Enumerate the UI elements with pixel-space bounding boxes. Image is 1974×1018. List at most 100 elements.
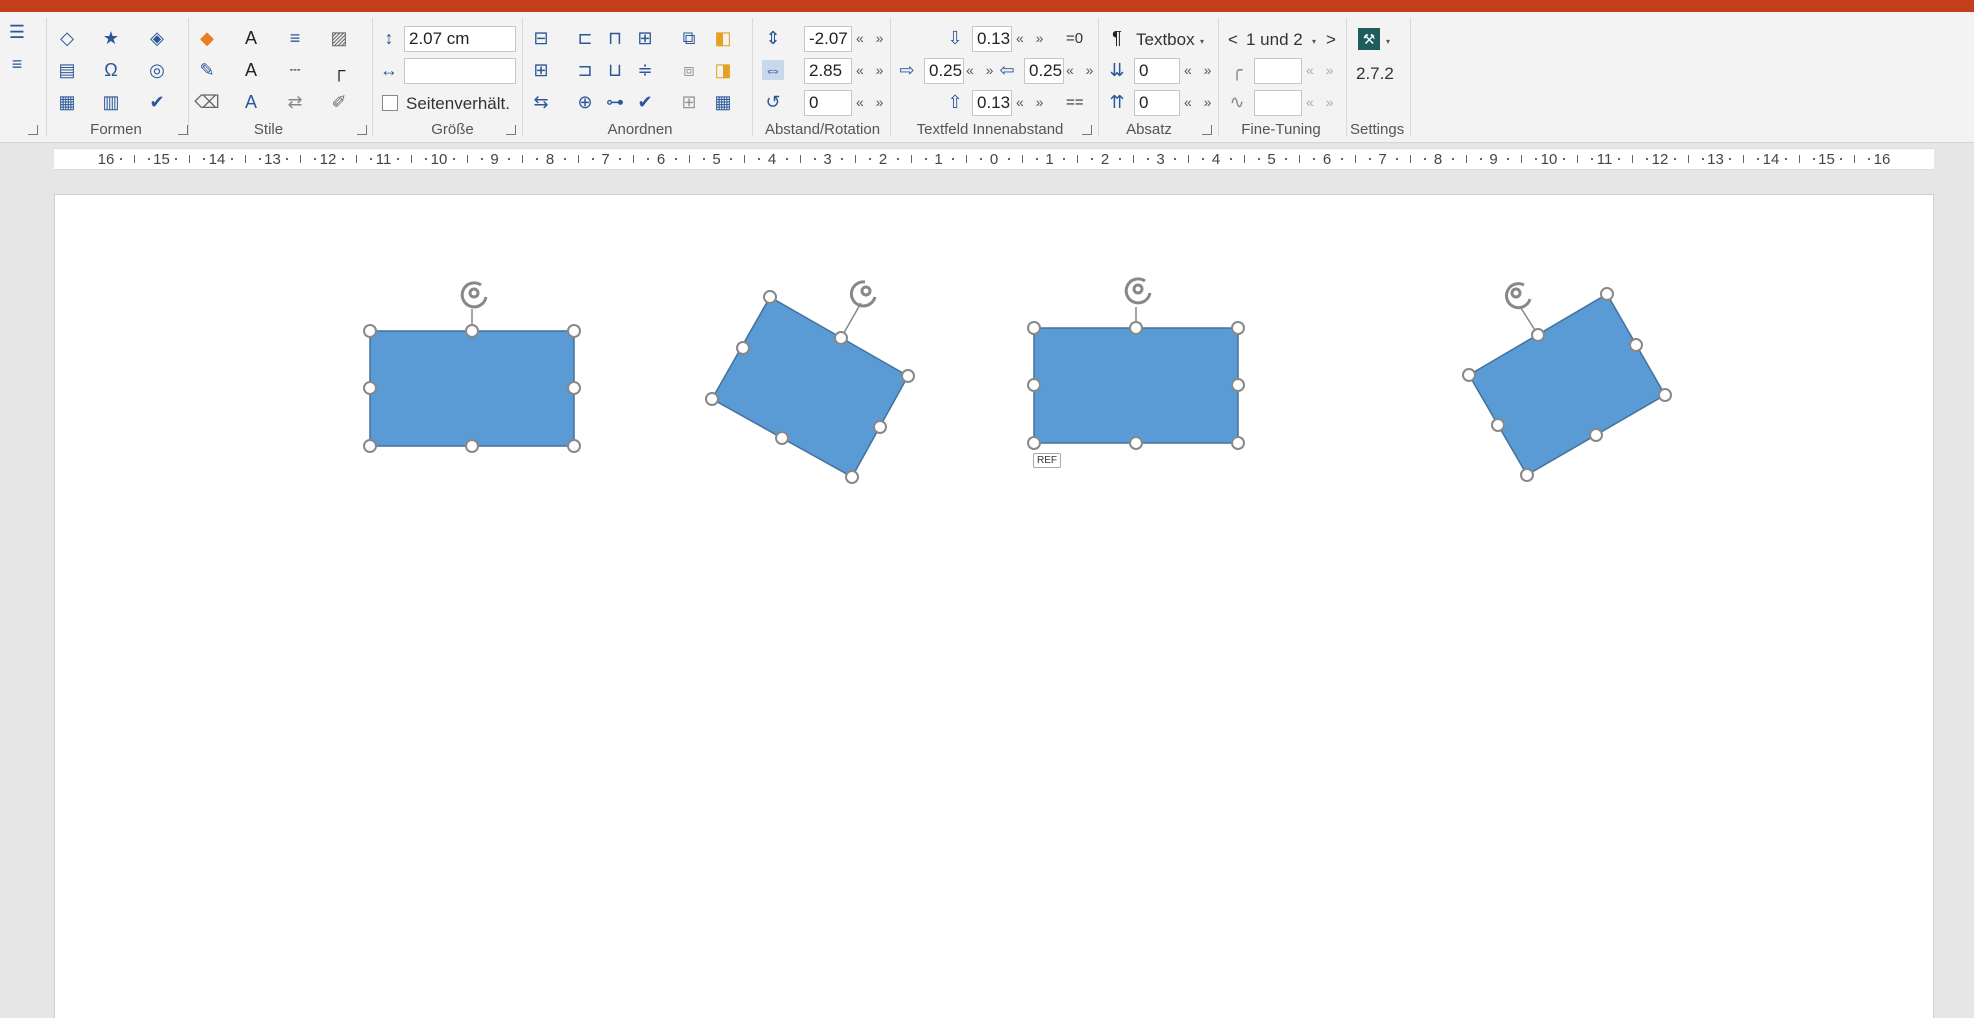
finetuning-stepper-1[interactable]: « » bbox=[1306, 62, 1337, 78]
table-layout-icon[interactable]: ▦ bbox=[712, 92, 734, 112]
distribute-v-icon[interactable]: ≑ bbox=[634, 60, 656, 80]
padding-right-input[interactable]: 0.25 bbox=[1024, 58, 1064, 84]
aspect-ratio-checkbox[interactable] bbox=[382, 95, 398, 111]
padding-top-input[interactable]: 0.13 bbox=[972, 26, 1012, 52]
ruler-tick bbox=[397, 158, 400, 160]
chevron-down-icon[interactable]: ▾ bbox=[1312, 38, 1320, 46]
star-shape-icon[interactable]: ★ bbox=[100, 28, 122, 48]
textfeld-launcher[interactable] bbox=[1082, 125, 1092, 135]
padding-right-stepper[interactable]: « » bbox=[1066, 62, 1097, 78]
horizontal-spacing-icon[interactable]: ⇔ bbox=[762, 60, 784, 80]
check-icon[interactable]: ✔ bbox=[146, 92, 168, 112]
shape-rectangle-ref[interactable] bbox=[1027, 277, 1245, 450]
chevron-down-icon[interactable]: ▾ bbox=[1200, 38, 1208, 46]
grid-icon[interactable]: ⊞ bbox=[678, 92, 700, 112]
font-color-icon[interactable]: A bbox=[240, 28, 262, 48]
ruler-tick bbox=[1743, 155, 1745, 163]
ruler-label: 9 bbox=[1489, 151, 1498, 168]
vertical-spacing-stepper[interactable]: « » bbox=[856, 30, 887, 46]
padding-top-stepper[interactable]: « » bbox=[1016, 30, 1047, 46]
height-input[interactable]: 2.07 cm bbox=[404, 26, 516, 52]
padding-bottom-input[interactable]: 0.13 bbox=[972, 90, 1012, 116]
textbox-dropdown[interactable]: Textbox bbox=[1136, 30, 1195, 50]
slide[interactable]: REF bbox=[54, 194, 1934, 1018]
space-before-stepper[interactable]: « » bbox=[1184, 62, 1215, 78]
space-after-stepper[interactable]: « » bbox=[1184, 94, 1215, 110]
separator bbox=[1098, 18, 1099, 136]
padding-bottom-stepper[interactable]: « » bbox=[1016, 94, 1047, 110]
space-before-input[interactable]: 0 bbox=[1134, 58, 1180, 84]
curve-icon: ╭ bbox=[1231, 59, 1243, 80]
text-effects-icon[interactable]: A bbox=[240, 92, 262, 112]
group-launcher[interactable] bbox=[28, 125, 38, 135]
horizontal-spacing-stepper[interactable]: « » bbox=[856, 62, 887, 78]
merge-shapes-icon[interactable]: ◎ bbox=[146, 60, 168, 80]
center-icon[interactable]: ⊕ bbox=[574, 92, 596, 112]
finetuning-stepper-2[interactable]: « » bbox=[1306, 94, 1337, 110]
chart-icon[interactable]: ▥ bbox=[100, 92, 122, 112]
pen-icon[interactable]: ✐ bbox=[328, 92, 350, 112]
groesse-launcher[interactable] bbox=[506, 125, 516, 135]
align-left-icon[interactable]: ⊏ bbox=[574, 28, 596, 48]
rotation-stepper[interactable]: « » bbox=[856, 94, 887, 110]
rotation-input[interactable]: 0 bbox=[804, 90, 852, 116]
chevron-down-icon[interactable]: ▾ bbox=[1386, 38, 1394, 46]
shape-rectangle-4[interactable] bbox=[1462, 282, 1672, 482]
match-icon[interactable]: ✔ bbox=[634, 92, 656, 112]
indent-icon[interactable]: ☰ bbox=[6, 22, 28, 42]
textbox-icon[interactable]: ▤ bbox=[56, 60, 78, 80]
center-h-icon[interactable]: ⊶ bbox=[604, 92, 626, 112]
formen-launcher[interactable] bbox=[178, 125, 188, 135]
shapes-icon[interactable]: ◇ bbox=[56, 28, 78, 48]
group-label-settings: Settings bbox=[1350, 121, 1405, 138]
rotation-icon: ↺ bbox=[765, 91, 781, 112]
space-after-input[interactable]: 0 bbox=[1134, 90, 1180, 116]
line-weight-icon[interactable]: ≡ bbox=[284, 28, 306, 48]
list-icon[interactable]: ≡ bbox=[6, 54, 28, 74]
ungroup-icon[interactable]: ⧈ bbox=[678, 60, 700, 80]
ruler-tick bbox=[799, 155, 801, 163]
swap-icon[interactable]: ⇆ bbox=[530, 92, 552, 112]
absatz-launcher[interactable] bbox=[1202, 125, 1212, 135]
stile-launcher[interactable] bbox=[357, 125, 367, 135]
text-outline-icon[interactable]: A bbox=[240, 60, 262, 80]
fill-color-icon[interactable]: ◆ bbox=[196, 28, 218, 48]
padding-equal[interactable]: == bbox=[1066, 94, 1084, 111]
width-input[interactable] bbox=[404, 58, 516, 84]
table-icon[interactable]: ▦ bbox=[56, 92, 78, 112]
ruler-tick bbox=[1091, 158, 1094, 160]
horizontal-spacing-input[interactable]: 2.85 bbox=[804, 58, 852, 84]
distribute-icon[interactable]: ⊞ bbox=[634, 28, 656, 48]
selection-next-button[interactable]: > bbox=[1326, 30, 1336, 50]
vertical-spacing-input[interactable]: -2.07 bbox=[804, 26, 852, 52]
align-top-icon[interactable]: ⊓ bbox=[604, 28, 626, 48]
outline-color-icon[interactable]: ✎ bbox=[196, 60, 218, 80]
align-right-icon[interactable]: ⊐ bbox=[574, 60, 596, 80]
padding-left-stepper[interactable]: « » bbox=[966, 62, 997, 78]
change-shape-icon[interactable]: ◈ bbox=[146, 28, 168, 48]
finetuning-input-1[interactable] bbox=[1254, 58, 1302, 84]
padding-left-input[interactable]: 0.25 bbox=[924, 58, 964, 84]
dash-style-icon[interactable]: ┄ bbox=[284, 60, 306, 80]
ruler-tick bbox=[1188, 155, 1190, 163]
selection-prev-button[interactable]: < bbox=[1228, 30, 1238, 50]
padding-equal-zero[interactable]: =0 bbox=[1066, 30, 1083, 47]
group-shapes-icon[interactable]: ⧉ bbox=[678, 28, 700, 48]
bring-forward-icon[interactable]: ◧ bbox=[712, 28, 734, 48]
ref-badge: REF bbox=[1033, 453, 1061, 468]
arrows-icon[interactable]: ⇄ bbox=[284, 92, 306, 112]
align-icon[interactable]: ⊟ bbox=[530, 28, 552, 48]
finetuning-input-2[interactable] bbox=[1254, 90, 1302, 116]
align-middle-icon[interactable]: ⊞ bbox=[530, 60, 552, 80]
transparency-icon[interactable]: ▨ bbox=[328, 28, 350, 48]
shape-rectangle-2[interactable] bbox=[705, 280, 915, 484]
ruler-tick bbox=[563, 158, 566, 160]
toolbox-logo-icon[interactable]: ⚒ bbox=[1358, 28, 1380, 50]
shape-rectangle-1[interactable] bbox=[363, 281, 581, 453]
corner-icon[interactable]: ┌ bbox=[328, 60, 350, 80]
send-backward-icon[interactable]: ◨ bbox=[712, 60, 734, 80]
align-bottom-icon[interactable]: ⊔ bbox=[604, 60, 626, 80]
selection-dropdown[interactable]: 1 und 2 bbox=[1246, 30, 1303, 50]
symbol-icon[interactable]: Ω bbox=[100, 60, 122, 80]
eraser-icon[interactable]: ⌫ bbox=[194, 92, 219, 112]
